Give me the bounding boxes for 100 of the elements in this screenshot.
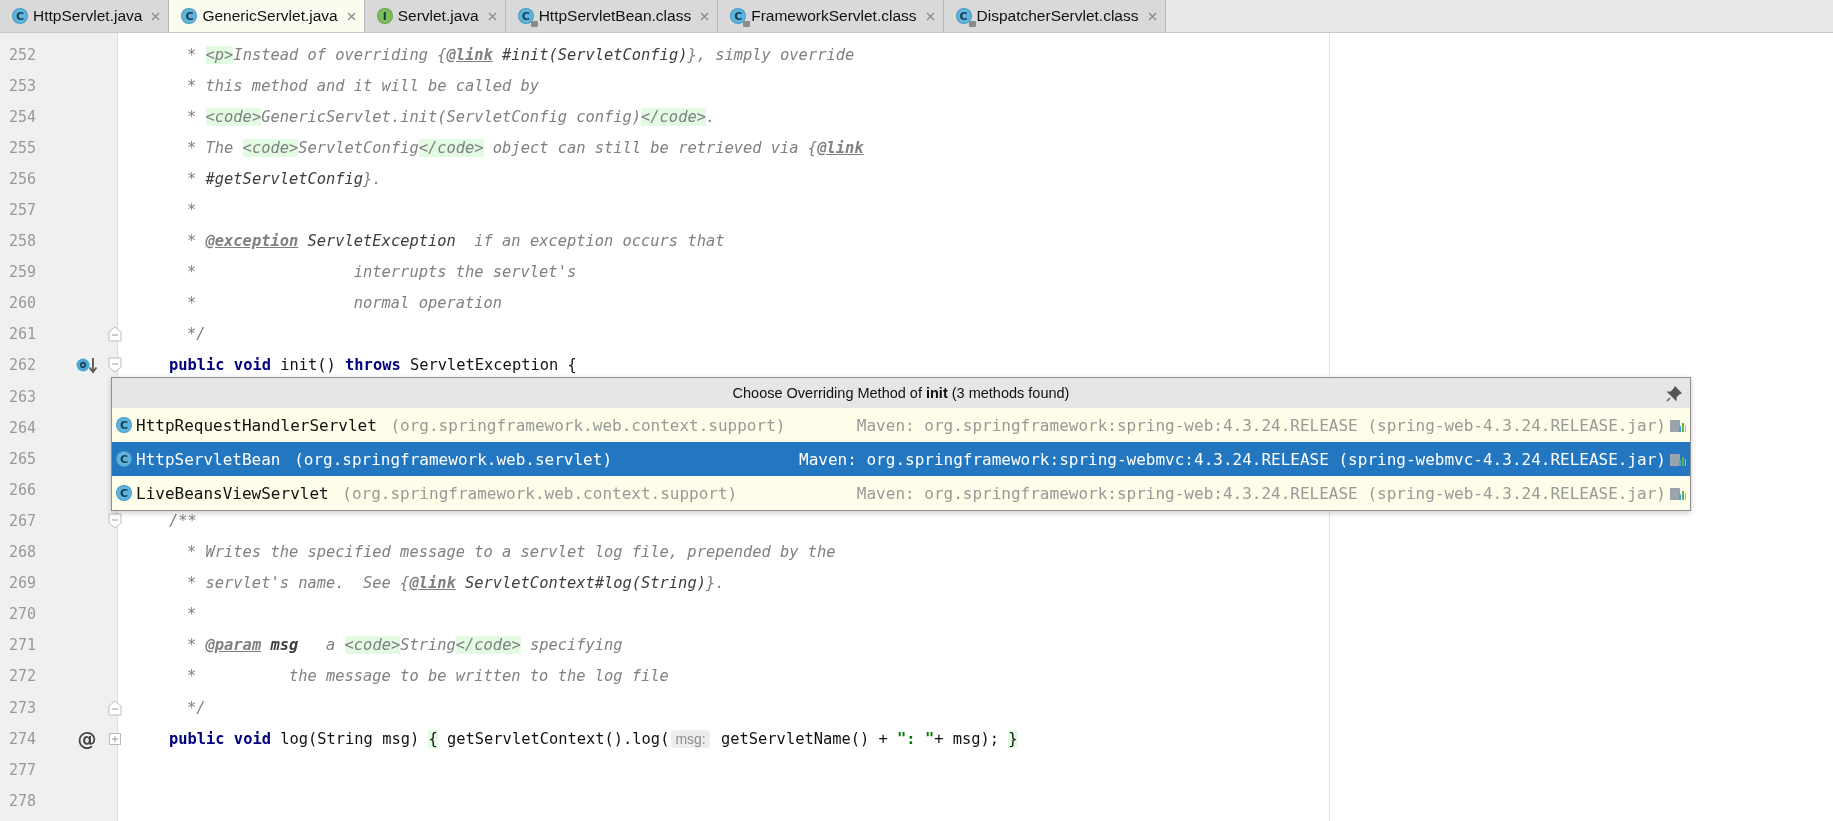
doc-reference: #init(ServletConfig) <box>501 45 688 64</box>
close-icon[interactable] <box>151 11 161 21</box>
library-icon <box>1670 485 1686 501</box>
html-tag: <code> <box>344 636 401 655</box>
editor-tab[interactable]: I Servlet.java <box>364 0 506 32</box>
close-icon[interactable] <box>925 11 935 21</box>
html-tag: <code> <box>205 107 262 126</box>
doc-tag: @link <box>409 574 456 593</box>
keyword: public void <box>169 729 271 748</box>
close-icon[interactable] <box>700 11 710 21</box>
comment-text: * <box>187 107 198 126</box>
editor-tab[interactable]: C HttpServletBean.class <box>505 0 719 32</box>
comment-text: }. <box>705 574 725 593</box>
doc-tag: @link <box>817 138 864 157</box>
editor-tab[interactable]: C FrameworkServlet.class <box>718 0 944 32</box>
comment-text: * Writes the specified message to a servlet log file, prepended by the <box>187 543 836 562</box>
popup-item[interactable]: C HttpServletBean (org.springframework.web.servlet) Maven: org.springframework:spring-webmvc:4.3.24.RELEASE (spring-webmvc-4.3.24.RELEASE.jar) <box>112 442 1690 476</box>
comment-text: * this method and it will be called by <box>187 76 540 95</box>
line-number: 259 <box>8 263 38 282</box>
code-text: log(String msg) <box>279 729 421 748</box>
comment-text: * <box>187 636 198 655</box>
fold-icon[interactable] <box>108 512 122 529</box>
parameter-hint: msg: <box>671 729 710 748</box>
library-icon <box>1670 417 1686 433</box>
doc-reference: #getServletConfig <box>205 169 364 188</box>
close-icon[interactable] <box>1147 11 1157 21</box>
line-number: 264 <box>8 418 38 437</box>
line-number: 273 <box>8 698 38 717</box>
comment-text: * <box>187 45 198 64</box>
line-number: 252 <box>8 45 38 64</box>
comment-text: }. <box>363 169 382 188</box>
close-icon[interactable] <box>487 11 497 21</box>
doc-reference: ServletException <box>306 232 456 251</box>
overridden-method-icon[interactable] <box>76 356 98 375</box>
comment-text: GenericServlet.init(ServletConfig config) <box>261 107 642 126</box>
html-tag: </code> <box>455 636 521 655</box>
comment-text: * <box>187 232 198 251</box>
fold-icon[interactable] <box>108 357 122 374</box>
brace: } <box>1008 729 1018 748</box>
doc-tag: @exception <box>205 232 299 251</box>
keyword: throws <box>345 356 401 375</box>
doc-tag: @link <box>446 45 493 64</box>
comment-text: * servlet's name. See { <box>187 574 410 593</box>
comment-text: * <box>187 201 197 219</box>
line-number: 271 <box>8 636 38 655</box>
comment-text: Instead of overriding { <box>233 45 447 64</box>
package-name: (org.springframework.web.context.support) <box>342 483 738 503</box>
class-icon: C <box>116 417 132 433</box>
class-icon: C <box>116 485 132 501</box>
comment-text: * <box>187 169 198 188</box>
class-icon: C <box>181 8 198 24</box>
line-number: 267 <box>8 511 38 530</box>
popup-item[interactable]: C LiveBeansViewServlet (org.springframework.web.context.support) Maven: org.springframework:spring-web:4.3.24.RELEASE (spring-web-4.3.24.RELEASE.jar) <box>112 476 1690 510</box>
library-location: Maven: org.springframework:spring-web:4.3.24.RELEASE (spring-web-4.3.24.RELEASE.jar) <box>856 415 1666 435</box>
line-number: 262 <box>8 356 38 375</box>
html-tag: </code> <box>418 138 484 157</box>
class-icon: C <box>12 8 28 24</box>
line-number: 258 <box>8 232 38 251</box>
annotation-marker[interactable]: @ <box>77 727 97 750</box>
line-number: 274 <box>8 729 38 748</box>
editor-tab[interactable]: C DispatcherServlet.class <box>943 0 1166 32</box>
line-number: 277 <box>8 760 38 779</box>
line-number: 261 <box>8 325 38 344</box>
html-tag: <code> <box>242 138 299 157</box>
comment-text: * The <box>187 138 235 157</box>
doc-tag: @param <box>205 636 262 655</box>
fold-icon[interactable] <box>108 326 122 343</box>
editor-tab[interactable]: C GenericServlet.java <box>169 0 365 32</box>
line-number: 278 <box>8 791 38 810</box>
library-location: Maven: org.springframework:spring-web:4.3.24.RELEASE (spring-web-4.3.24.RELEASE.jar) <box>856 483 1666 503</box>
class-icon: C <box>955 8 972 24</box>
brace: { <box>428 729 438 748</box>
comment-text: */ <box>187 325 206 344</box>
line-number: 255 <box>8 138 38 157</box>
popup-item[interactable]: C HttpRequestHandlerServlet (org.springframework.web.context.support) Maven: org.springframework:spring-web:4.3.24.RELEASE (spring-web-4.3.24.RELEASE.jar) <box>112 408 1690 442</box>
comment-text: * <box>187 605 197 624</box>
close-icon[interactable] <box>346 11 356 21</box>
html-tag: </code> <box>641 107 706 126</box>
comment-text: * the message to be written to the log file <box>187 667 669 686</box>
code-text: + msg); <box>934 729 1001 748</box>
line-number: 263 <box>8 387 38 406</box>
code-text: getServletName() + <box>720 729 889 748</box>
code-text: ServletException { <box>408 356 577 375</box>
popup-title: Choose Overriding Method of init (3 methods found) <box>732 385 1070 401</box>
editor-tab[interactable]: C HttpServlet.java <box>0 0 170 32</box>
package-name: (org.springframework.web.servlet) <box>294 449 612 469</box>
library-icon <box>1670 451 1686 467</box>
class-icon: C <box>730 8 747 24</box>
html-tag: <p> <box>205 45 234 64</box>
comment-text: specifying <box>528 636 623 655</box>
line-number: 269 <box>8 574 38 593</box>
class-icon: C <box>116 451 132 467</box>
package-name: (org.springframework.web.context.support) <box>390 415 786 435</box>
expand-icon[interactable] <box>108 730 122 747</box>
comment-text: * interrupts the servlet's <box>187 263 577 282</box>
comment-text: String <box>400 636 456 655</box>
comment-text: ServletConfig <box>298 138 419 157</box>
code-text: init() <box>279 356 337 375</box>
line-number: 256 <box>8 169 38 188</box>
pin-icon[interactable] <box>1666 386 1682 402</box>
